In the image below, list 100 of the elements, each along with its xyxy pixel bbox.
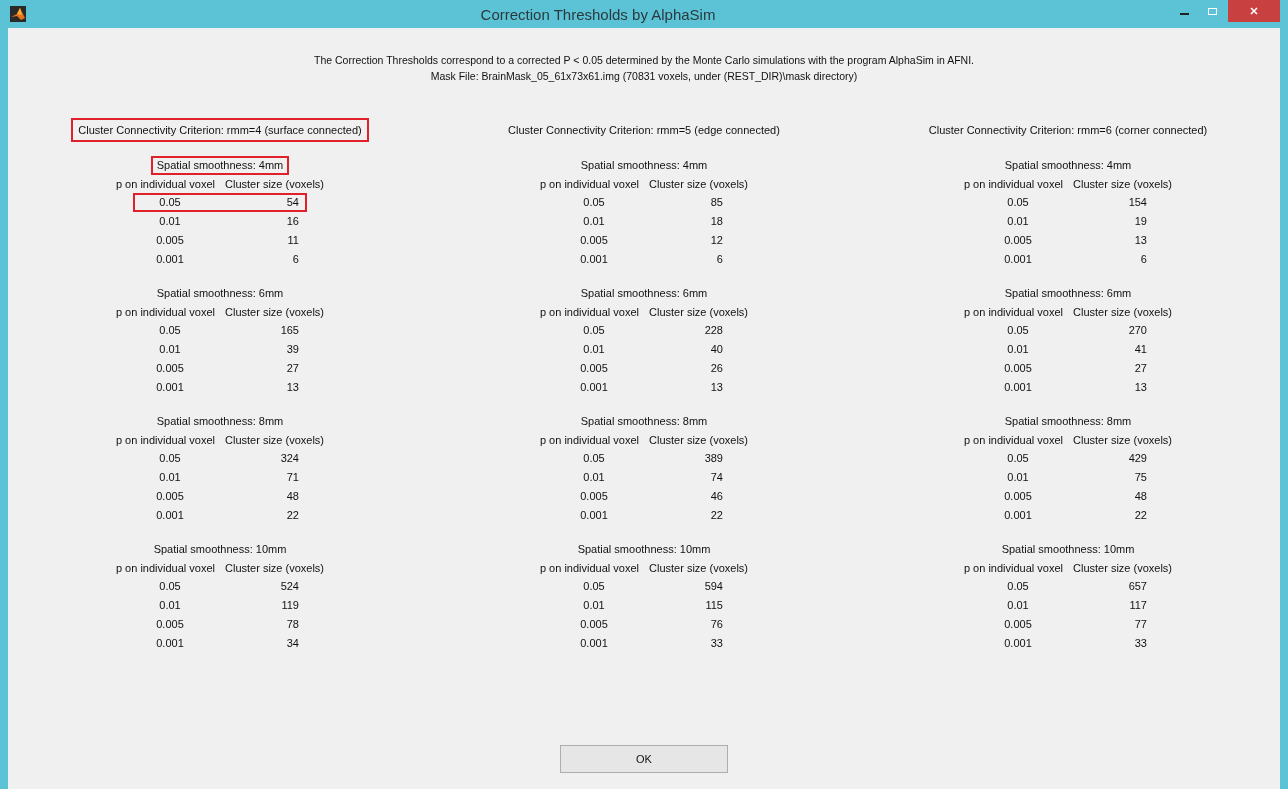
table-cell-text: 46	[709, 489, 724, 504]
table-cell-text: 119	[280, 598, 300, 613]
column-header: p on individual voxel	[539, 305, 639, 320]
table-cell-text: 0.005	[579, 233, 609, 248]
smoothness-label: Spatial smoothness: 8mm	[155, 414, 285, 429]
column-header: p on individual voxel	[963, 433, 1063, 448]
smoothness-label: Spatial smoothness: 6mm	[1003, 286, 1133, 301]
table-cell-text: 6	[715, 252, 724, 267]
smoothness-label: Spatial smoothness: 4mm	[1003, 158, 1133, 173]
table-cell-text: 657	[1127, 579, 1148, 594]
table-cell-text: 54	[285, 195, 300, 210]
column-header: p on individual voxel	[963, 177, 1063, 192]
criterion-label: Cluster Connectivity Criterion: rmm=5 (edge connected)	[507, 123, 781, 138]
table-cell-text: 0.001	[155, 252, 185, 267]
table-cell-text: 76	[709, 617, 724, 632]
table-cell-text: 0.001	[579, 252, 609, 267]
table-cell-text: 0.005	[1003, 489, 1033, 504]
table-cell-text: 115	[704, 598, 724, 613]
table-cell-text: 40	[709, 342, 724, 357]
column-header: Cluster size (voxels)	[649, 177, 749, 192]
table-cell-text: 0.05	[1006, 451, 1030, 466]
table-cell-text: 0.001	[579, 508, 609, 523]
table-cell-text: 0.01	[582, 214, 606, 229]
column-header: p on individual voxel	[115, 305, 215, 320]
table-cell-text: 11	[286, 233, 300, 248]
table-cell-text: 48	[1133, 489, 1148, 504]
table-cell-text: 33	[709, 636, 724, 651]
table-cell-text: 0.05	[1006, 195, 1030, 210]
table-cell-text: 48	[285, 489, 300, 504]
smoothness-label: Spatial smoothness: 10mm	[1000, 542, 1136, 557]
table-cell-text: 0.01	[1006, 214, 1030, 229]
table-cell-text: 0.001	[579, 636, 609, 651]
table-cell-text: 22	[709, 508, 724, 523]
column-header: Cluster size (voxels)	[1073, 433, 1173, 448]
table-cell-text: 0.005	[155, 617, 185, 632]
table-cell-text: 0.01	[582, 470, 606, 485]
table-cell-text: 27	[1133, 361, 1148, 376]
table-cell-text: 16	[285, 214, 300, 229]
info-text: Mask File: BrainMask_05_61x73x61.img (70831 voxels, under (REST_DIR)\mask directory)	[430, 70, 858, 82]
table-cell-text: 429	[1127, 451, 1148, 466]
table-cell-text: 0.01	[1006, 470, 1030, 485]
table-cell-text: 0.01	[1006, 342, 1030, 357]
table-cell-text: 228	[703, 323, 724, 338]
maximize-icon	[1207, 7, 1217, 15]
table-cell-text: 594	[703, 579, 724, 594]
close-button[interactable]	[1228, 0, 1280, 22]
column-header: p on individual voxel	[539, 561, 639, 576]
table-cell-text: 13	[285, 380, 300, 395]
table-cell-text: 0.005	[155, 361, 185, 376]
table-cell-text: 0.05	[582, 451, 606, 466]
table-cell-text: 324	[279, 451, 300, 466]
table-cell-text: 0.005	[1003, 617, 1033, 632]
column-header: Cluster size (voxels)	[225, 305, 325, 320]
table-cell-text: 0.005	[1003, 233, 1033, 248]
table-cell-text: 0.05	[1006, 579, 1030, 594]
table-cell-text: 0.01	[158, 470, 182, 485]
table-cell-text: 0.001	[155, 380, 185, 395]
table-cell-text: 34	[285, 636, 300, 651]
table-cell-text: 0.01	[158, 342, 182, 357]
column-header: p on individual voxel	[539, 177, 639, 192]
column-header: Cluster size (voxels)	[225, 177, 325, 192]
column-header: Cluster size (voxels)	[649, 561, 749, 576]
table-cell-text: 0.001	[579, 380, 609, 395]
column-header: Cluster size (voxels)	[1073, 561, 1173, 576]
smoothness-label: Spatial smoothness: 6mm	[579, 286, 709, 301]
column-header: p on individual voxel	[115, 177, 215, 192]
ok-button[interactable]: OK	[560, 745, 728, 773]
table-cell-text: 22	[285, 508, 300, 523]
table-cell-text: 0.01	[158, 598, 182, 613]
table-cell-text: 41	[1133, 342, 1148, 357]
table-cell-text: 75	[1133, 470, 1148, 485]
column-header: Cluster size (voxels)	[649, 305, 749, 320]
table-cell-text: 0.005	[579, 617, 609, 632]
table-cell-text: 0.05	[158, 451, 182, 466]
table-cell-text: 0.001	[1003, 508, 1033, 523]
table-cell-text: 0.005	[1003, 361, 1033, 376]
table-cell-text: 154	[1127, 195, 1148, 210]
app-logo-icon	[10, 6, 26, 22]
info-text: The Correction Thresholds correspond to a corrected P < 0.05 determined by the Monte Carlo simulations with the program AlphaSim in AFNI.	[314, 54, 974, 66]
table-cell-text: 27	[285, 361, 300, 376]
close-icon	[1249, 6, 1259, 16]
table-cell-text: 0.05	[1006, 323, 1030, 338]
table-cell-text: 77	[1133, 617, 1148, 632]
table-cell-text: 13	[1133, 380, 1148, 395]
table-cell-text: 0.005	[579, 361, 609, 376]
table-cell-text: 0.001	[1003, 636, 1033, 651]
table-cell-text: 18	[709, 214, 724, 229]
smoothness-label: Spatial smoothness: 10mm	[576, 542, 712, 557]
table-cell-text: 13	[709, 380, 724, 395]
table-cell-text: 117	[1128, 598, 1148, 613]
table-cell-text: 270	[1127, 323, 1148, 338]
table-cell-text: 78	[285, 617, 300, 632]
column-header: p on individual voxel	[539, 433, 639, 448]
table-cell-text: 0.05	[158, 579, 182, 594]
smoothness-label: Spatial smoothness: 8mm	[579, 414, 709, 429]
table-cell-text: 524	[279, 579, 300, 594]
table-cell-text: 0.01	[1006, 598, 1030, 613]
table-cell-text: 0.01	[158, 214, 182, 229]
column-header: p on individual voxel	[963, 561, 1063, 576]
table-cell-text: 33	[1133, 636, 1148, 651]
